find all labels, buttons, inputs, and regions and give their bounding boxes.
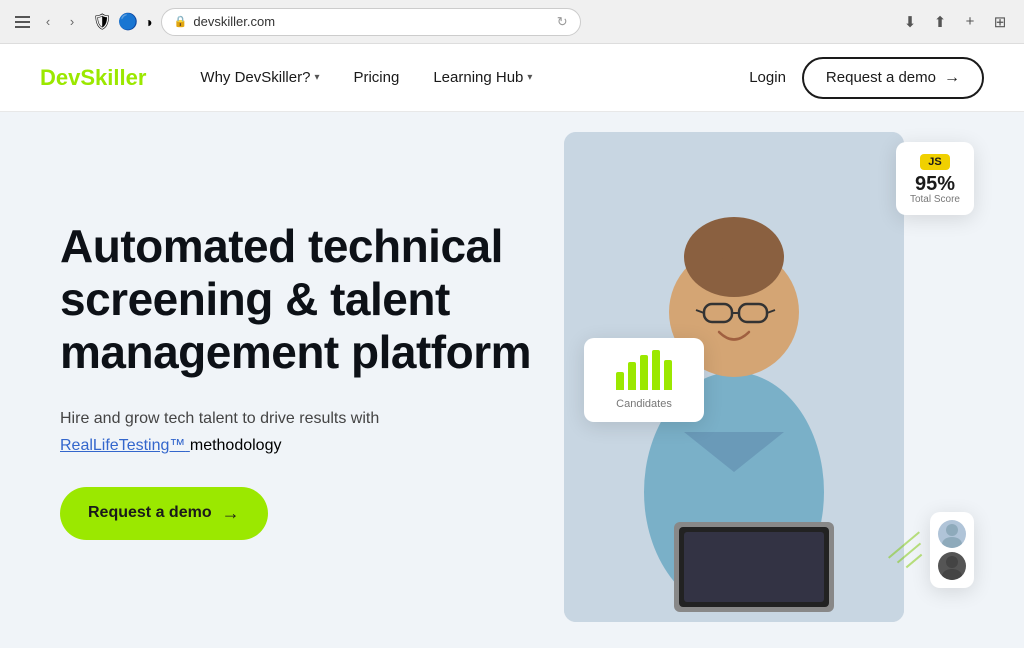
bar-1 bbox=[616, 372, 624, 390]
grid-icon[interactable]: ⊞ bbox=[988, 10, 1012, 34]
chevron-down-icon: ▾ bbox=[314, 72, 319, 83]
cta-label: Request a demo bbox=[88, 504, 212, 522]
hero-title-line3: management platform bbox=[60, 326, 531, 378]
bar-chart bbox=[600, 350, 688, 390]
shield-icon-3: ◑ bbox=[144, 14, 152, 30]
hero-subtitle-text: Hire and grow tech talent to drive resul… bbox=[60, 410, 379, 427]
url-text: devskiller.com bbox=[193, 14, 275, 29]
address-bar[interactable]: 🔒 devskiller.com ↻ bbox=[161, 8, 581, 36]
share-icon[interactable]: ⬆ bbox=[928, 10, 952, 34]
reallife-testing-link[interactable]: RealLifeTesting™ bbox=[60, 437, 190, 454]
download-icon[interactable]: ⬇ bbox=[898, 10, 922, 34]
back-button[interactable]: ‹ bbox=[40, 14, 56, 30]
avatar-2-icon bbox=[938, 552, 966, 580]
nav-pricing-label: Pricing bbox=[353, 69, 399, 86]
sidebar-toggle-button[interactable] bbox=[12, 14, 32, 30]
forward-button[interactable]: › bbox=[64, 14, 80, 30]
avatar-1 bbox=[938, 520, 966, 548]
request-demo-nav-label: Request a demo bbox=[826, 69, 936, 86]
avatars-card bbox=[930, 512, 974, 588]
navbar: DevSkiller Why DevSkiller? ▾ Pricing Lea… bbox=[0, 44, 1024, 112]
logo-dev: Dev bbox=[40, 65, 80, 90]
avatar-row-1 bbox=[938, 520, 966, 548]
login-button[interactable]: Login bbox=[749, 69, 786, 86]
candidates-card: Candidates bbox=[584, 338, 704, 422]
bar-2 bbox=[628, 362, 636, 390]
js-badge: JS bbox=[920, 154, 949, 170]
bar-3 bbox=[640, 355, 648, 390]
logo-skiller: Skiller bbox=[80, 65, 146, 90]
hero-subtitle: Hire and grow tech talent to drive resul… bbox=[60, 407, 580, 431]
shield-icon-2: 🔵 bbox=[118, 12, 138, 32]
cta-arrow-icon: → bbox=[222, 503, 240, 524]
bar-4 bbox=[652, 350, 660, 390]
decorative-lines bbox=[884, 544, 924, 568]
score-card: JS 95% Total Score bbox=[896, 142, 974, 215]
avatar-row-2 bbox=[938, 552, 966, 580]
nav-learning-hub[interactable]: Learning Hub ▾ bbox=[419, 61, 546, 94]
hero-title-line1: Automated technical bbox=[60, 220, 503, 272]
hero-title-line2: screening & talent bbox=[60, 273, 450, 325]
score-label: Total Score bbox=[910, 194, 960, 205]
hero-link-line: RealLifeTesting™ methodology bbox=[60, 437, 580, 455]
shield-icon-1: 🛡 bbox=[92, 12, 112, 32]
nav-links: Why DevSkiller? ▾ Pricing Learning Hub ▾ bbox=[186, 61, 749, 94]
nav-pricing[interactable]: Pricing bbox=[339, 61, 413, 94]
hero-content: Automated technical screening & talent m… bbox=[60, 220, 580, 540]
candidates-label: Candidates bbox=[600, 398, 688, 410]
arrow-icon-nav: → bbox=[944, 69, 960, 87]
browser-navigation-controls: ‹ › bbox=[40, 14, 80, 30]
hero-title: Automated technical screening & talent m… bbox=[60, 220, 580, 379]
hero-section: Automated technical screening & talent m… bbox=[0, 112, 1024, 648]
avatar-2 bbox=[938, 552, 966, 580]
deco-line-3 bbox=[906, 554, 923, 568]
browser-chrome: ‹ › 🛡 🔵 ◑ 🔒 devskiller.com ↻ ⬇ ⬆ + ⊞ bbox=[0, 0, 1024, 44]
hero-suffix: methodology bbox=[190, 437, 282, 454]
nav-why-devskiller[interactable]: Why DevSkiller? ▾ bbox=[186, 61, 333, 94]
nav-actions: Login Request a demo → bbox=[749, 57, 984, 99]
hero-visual: Candidates JS 95% Total Score bbox=[564, 112, 984, 648]
score-percentage: 95% bbox=[910, 174, 960, 194]
chevron-down-icon-2: ▾ bbox=[527, 72, 532, 83]
new-tab-icon[interactable]: + bbox=[958, 10, 982, 34]
site-logo[interactable]: DevSkiller bbox=[40, 65, 146, 91]
avatar-1-icon bbox=[938, 520, 966, 548]
bar-5 bbox=[664, 360, 672, 390]
refresh-icon[interactable]: ↻ bbox=[557, 14, 568, 30]
browser-action-buttons: ⬇ ⬆ + ⊞ bbox=[898, 10, 1012, 34]
reallife-testing-text: RealLifeTesting™ bbox=[60, 437, 185, 454]
nav-why-devskiller-label: Why DevSkiller? bbox=[200, 69, 310, 86]
request-demo-button-nav[interactable]: Request a demo → bbox=[802, 57, 984, 99]
lock-icon: 🔒 bbox=[174, 15, 188, 28]
request-demo-button-hero[interactable]: Request a demo → bbox=[60, 487, 268, 540]
security-icons: 🛡 🔵 ◑ bbox=[92, 12, 153, 32]
nav-learning-hub-label: Learning Hub bbox=[433, 69, 523, 86]
